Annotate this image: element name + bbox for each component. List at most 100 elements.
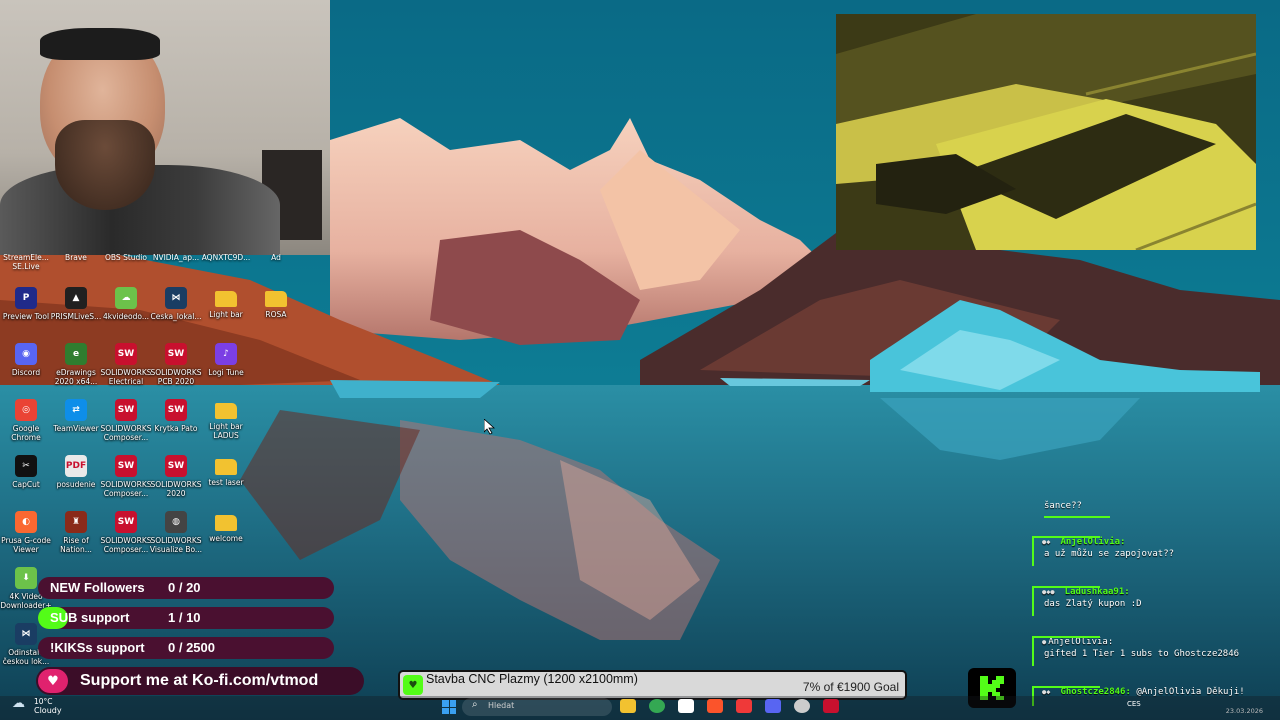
desktop-icon[interactable]: P Preview Tool [0, 283, 52, 339]
donation-status: 7% of €1900 Goal [802, 680, 899, 694]
desktop-icon[interactable]: SW SOLIDWORKS Composer... [100, 507, 152, 563]
discord-icon[interactable] [765, 699, 781, 713]
desktop-icon-label[interactable]: NVIDIA_ap... [148, 253, 204, 262]
goal-sub-support: SUB support 1 / 10 [38, 607, 334, 629]
solidworks-composer-icon: SW [115, 399, 137, 421]
folder-icon [215, 291, 237, 307]
goal-value: 1 / 10 [168, 610, 201, 625]
search-icon: ⌕ [472, 699, 478, 710]
desktop-icon[interactable]: Light bar [200, 283, 252, 339]
chat-overlay: šance?? ●◆ AnjelOlivia: a už můžu se zapo… [1030, 500, 1260, 715]
chrome-icon[interactable] [649, 699, 665, 713]
solidworks-composer-icon: SW [115, 511, 137, 533]
desktop-icon-label: ROSA [265, 310, 287, 319]
desktop-icon[interactable]: ◎ Google Chrome [0, 395, 52, 451]
goal-label: NEW Followers [50, 580, 145, 595]
capcut-icon[interactable] [678, 699, 694, 713]
chat-username: Ladushkaa91: [1064, 587, 1130, 597]
solidworks-icon[interactable] [823, 699, 839, 713]
weather-temperature: 10°C [34, 697, 53, 706]
desktop-icon[interactable]: ☁ 4kvideodo... [100, 283, 152, 339]
chat-message-text: gifted 1 Tier 1 subs to Ghostcze2846 [1044, 649, 1240, 659]
desktop-icon[interactable]: ◐ Prusa G-code Viewer [0, 507, 52, 563]
desktop-icon[interactable]: test laser [200, 451, 252, 507]
solidworks-icon: SW [165, 455, 187, 477]
desktop-icon[interactable]: ♜ Rise of Nation... [50, 507, 102, 563]
solidworks-pcb-icon: SW [165, 343, 187, 365]
chat-divider [1034, 686, 1100, 688]
teamviewer-icon: ⇄ [65, 399, 87, 421]
kofi-text: Support me at Ko-fi.com/vtmod [80, 672, 319, 689]
desktop-icon[interactable]: PDF posudenie [50, 451, 102, 507]
desktop-icon-label: Light bar [209, 310, 243, 319]
desktop-icon[interactable]: Light bar LADUS [200, 395, 252, 451]
desktop-icon-label: SOLIDWORKS Electrical [100, 368, 152, 386]
ceska-lokalizace-icon: ⋈ [165, 287, 187, 309]
file-explorer-icon[interactable] [620, 699, 636, 713]
rosa-folder-icon [265, 291, 287, 307]
desktop-icon[interactable]: SW SOLIDWORKS 2020 [150, 451, 202, 507]
taskbar-search-input[interactable]: ⌕ Hledat [462, 698, 612, 716]
desktop-icon-label: SOLIDWORKS Composer... [100, 424, 152, 442]
desktop-icon[interactable]: ⇄ TeamViewer [50, 395, 102, 451]
desktop-icon[interactable]: ♪ Logi Tune [200, 339, 252, 395]
desktop-icon-label[interactable]: OBS Studio [98, 253, 154, 262]
desktop-icon-label: test laser [208, 478, 244, 487]
desktop-icon[interactable]: ⋈ Ceska_lokal... [150, 283, 202, 339]
desktop-icon[interactable]: ◉ Discord [0, 339, 52, 395]
desktop-icon-label: Google Chrome [11, 424, 41, 442]
desktop-icon[interactable]: ◍ SOLIDWORKS Visualize Bo... [150, 507, 202, 563]
chat-username: AnjelOlivia: [1048, 637, 1114, 647]
clock-date[interactable]: 23.03.2026 [1226, 707, 1263, 715]
cloud-icon: ☁ [12, 696, 25, 711]
rise-of-nations-icon: ♜ [65, 511, 87, 533]
desktop-icon[interactable]: SW Krytka Pato [150, 395, 202, 451]
folder-icon [215, 515, 237, 531]
start-button[interactable] [442, 700, 456, 714]
folder-icon [215, 403, 237, 419]
ko-fi-cup-icon: ♥ [38, 669, 68, 693]
desktop-icon[interactable]: ROSA [250, 283, 302, 339]
vivaldi-icon[interactable] [736, 699, 752, 713]
brave-icon[interactable] [707, 699, 723, 713]
obs-icon[interactable] [794, 699, 810, 713]
desktop-icon[interactable]: SW SOLIDWORKS Composer... [100, 451, 152, 507]
capcut-icon: ✂ [15, 455, 37, 477]
desktop-icon-label: Rise of Nation... [60, 536, 92, 554]
desktop-icon-label: PRISMLiveS... [50, 312, 102, 321]
desktop-icon[interactable]: ✂ CapCut [0, 451, 52, 507]
chat-divider [1034, 536, 1100, 538]
desktop-icon-label: eDrawings 2020 x64... [54, 368, 98, 386]
desktop-icon-label[interactable]: Ad [248, 253, 304, 262]
cnc-camera-feed [836, 14, 1256, 250]
desktop-icon-label: SOLIDWORKS 2020 [150, 480, 202, 498]
desktop-icon-label: welcome [209, 534, 243, 543]
desktop-icon-label: CapCut [12, 480, 40, 489]
desktop-icon-label[interactable]: StreamEle... SE.Live [0, 253, 54, 271]
chrome-icon: ◎ [15, 399, 37, 421]
chat-divider [1034, 586, 1100, 588]
desktop-icon[interactable]: ▲ PRISMLiveS... [50, 283, 102, 339]
donation-badge-icon: ♥ [403, 675, 423, 695]
edrawings-icon: e [65, 343, 87, 365]
desktop-icon[interactable]: SW SOLIDWORKS Composer... [100, 395, 152, 451]
desktop-icon[interactable]: SW SOLIDWORKS PCB 2020 [150, 339, 202, 395]
input-language-indicator[interactable]: CES [1127, 700, 1141, 708]
desktop-icon-label[interactable]: Brave [48, 253, 104, 262]
desktop-icon-label: SOLIDWORKS Composer... [100, 536, 152, 554]
desktop-icon[interactable]: SW SOLIDWORKS Electrical [100, 339, 152, 395]
chat-message-text: das Zlatý kupon :D [1044, 599, 1142, 609]
desktop-icon-label: TeamViewer [53, 424, 99, 433]
chat-divider [1034, 636, 1100, 638]
taskbar [0, 696, 1280, 720]
desktop-icon-label: 4kvideodo... [103, 312, 149, 321]
desktop-icon[interactable]: e eDrawings 2020 x64... [50, 339, 102, 395]
desktop-icon-label: Preview Tool [2, 312, 50, 321]
preview-tool-icon: P [15, 287, 37, 309]
weather-widget[interactable]: ☁ 10°C Cloudy [12, 697, 72, 719]
weather-condition: Cloudy [34, 706, 62, 715]
chat-divider [1044, 516, 1110, 518]
chat-message: ●◆● Ladushkaa91: das Zlatý kupon :D [1032, 586, 1256, 616]
desktop-icon[interactable]: welcome [200, 507, 252, 563]
desktop-icon-label[interactable]: AQNXTC9D... [198, 253, 254, 262]
